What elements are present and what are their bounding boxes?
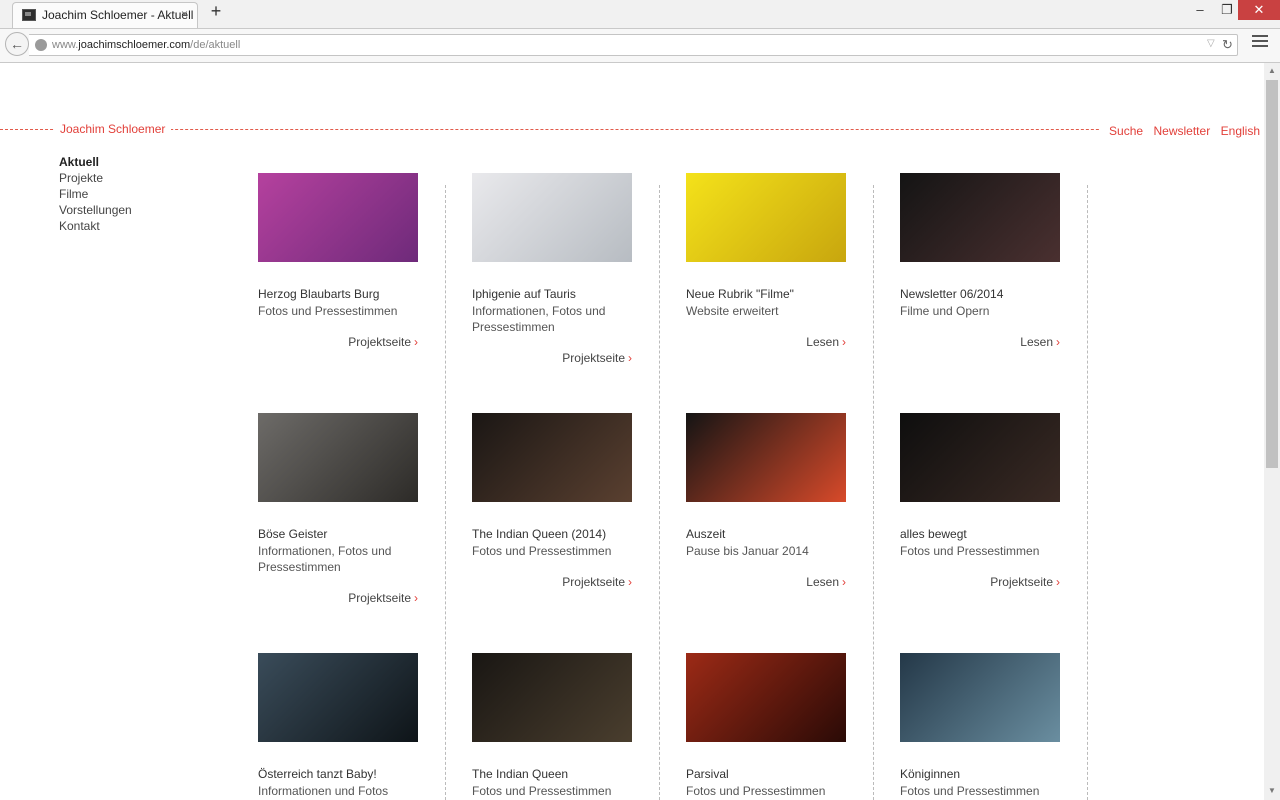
link-arrow-icon: › [842,575,846,589]
card-subtitle: Informationen, Fotos und Pressestimmen [472,304,606,334]
sidebar-item-filme[interactable]: Filme [59,186,132,202]
topnav-english-link[interactable]: English [1221,124,1260,138]
site-title[interactable]: Joachim Schloemer [54,122,172,136]
card-thumbnail[interactable] [900,173,1060,262]
card-subtitle: Fotos und Pressestimmen [258,304,398,318]
sidebar-item-aktuell[interactable]: Aktuell [59,154,132,170]
card-link[interactable]: Projektseite › [562,575,632,589]
scroll-up-arrow-icon[interactable]: ▲ [1264,63,1280,79]
card-thumbnail[interactable] [472,173,632,262]
site-favicon-icon [22,9,36,21]
address-bar[interactable]: www.joachimschloemer.com/de/aktuell ▽ ↻ [29,34,1238,56]
sidebar-item-vorstellungen[interactable]: Vorstellungen [59,202,132,218]
card-thumbnail[interactable] [900,653,1060,742]
header-divider [0,129,1264,130]
browser-nav-bar: ← www.joachimschloemer.com/de/aktuell ▽ … [0,29,1280,63]
card-subtitle: Fotos und Pressestimmen [472,784,612,798]
column-divider [1087,185,1088,800]
card-link[interactable]: Projektseite › [990,575,1060,589]
card-title[interactable]: Auszeit [686,527,725,541]
card-title[interactable]: The Indian Queen (2014) [472,527,606,541]
card-subtitle: Fotos und Pressestimmen [686,784,826,798]
minimize-window-icon[interactable]: – [1185,0,1215,20]
reload-icon[interactable]: ↻ [1222,37,1233,53]
url-text: www.joachimschloemer.com/de/aktuell [52,39,241,51]
card-title[interactable]: Königinnen [900,767,960,781]
column-divider [873,185,874,800]
card-thumbnail[interactable] [258,173,418,262]
column-divider [445,185,446,800]
link-arrow-icon: › [628,351,632,365]
card-link[interactable]: Projektseite › [348,335,418,349]
card-subtitle: Website erweitert [686,304,779,318]
card-title[interactable]: alles bewegt [900,527,967,541]
browser-tab[interactable]: Joachim Schloemer - Aktuell × [12,2,198,28]
scrollbar-thumb[interactable] [1266,80,1278,468]
link-arrow-icon: › [414,335,418,349]
card-thumbnail[interactable] [258,413,418,502]
card-link[interactable]: Projektseite › [348,591,418,605]
card-title[interactable]: Österreich tanzt Baby! [258,767,377,781]
card-title[interactable]: Newsletter 06/2014 [900,287,1003,301]
sidebar-item-kontakt[interactable]: Kontakt [59,218,132,234]
card-link[interactable]: Lesen › [1020,335,1060,349]
scroll-down-arrow-icon[interactable]: ▼ [1264,783,1280,799]
hamburger-menu-icon[interactable] [1252,35,1268,50]
card-subtitle: Pause bis Januar 2014 [686,544,809,558]
link-arrow-icon: › [842,335,846,349]
tab-title: Joachim Schloemer - Aktuell [42,8,194,22]
card-thumbnail[interactable] [900,413,1060,502]
browser-tab-bar: Joachim Schloemer - Aktuell × + – ❐ ✕ [0,0,1280,29]
close-window-icon[interactable]: ✕ [1238,0,1280,20]
card-subtitle: Fotos und Pressestimmen [900,784,1040,798]
card-title[interactable]: Iphigenie auf Tauris [472,287,576,301]
card-subtitle: Informationen, Fotos und Pressestimmen [258,544,392,574]
web-page: Joachim Schloemer Suche Newsletter Engli… [0,63,1264,800]
topnav-search-link[interactable]: Suche [1109,124,1143,138]
card-title[interactable]: Böse Geister [258,527,327,541]
tab-close-icon[interactable]: × [181,7,188,21]
card-title[interactable]: Parsival [686,767,729,781]
card-subtitle: Fotos und Pressestimmen [472,544,612,558]
card-thumbnail[interactable] [686,173,846,262]
card-thumbnail[interactable] [258,653,418,742]
card-title[interactable]: Herzog Blaubarts Burg [258,287,379,301]
column-divider [659,185,660,800]
card-link[interactable]: Lesen › [806,575,846,589]
globe-icon [35,39,47,51]
url-dropdown-icon[interactable]: ▽ [1207,38,1215,49]
card-link[interactable]: Lesen › [806,335,846,349]
card-subtitle: Informationen und Fotos [258,784,389,798]
card-thumbnail[interactable] [686,653,846,742]
card-title[interactable]: The Indian Queen [472,767,568,781]
new-tab-button[interactable]: + [206,1,226,22]
card-subtitle: Fotos und Pressestimmen [900,544,1040,558]
link-arrow-icon: › [1056,575,1060,589]
card-thumbnail[interactable] [686,413,846,502]
link-arrow-icon: › [414,591,418,605]
card-thumbnail[interactable] [472,413,632,502]
topnav-newsletter-link[interactable]: Newsletter [1154,124,1211,138]
top-navigation: Suche Newsletter English [1099,122,1264,140]
vertical-scrollbar[interactable]: ▲ ▼ [1264,63,1280,800]
link-arrow-icon: › [1056,335,1060,349]
card-thumbnail[interactable] [472,653,632,742]
link-arrow-icon: › [628,575,632,589]
card-subtitle: Filme und Opern [900,304,990,318]
sidebar-nav: Aktuell Projekte Filme Vorstellungen Kon… [59,154,132,234]
card-title[interactable]: Neue Rubrik "Filme" [686,287,794,301]
card-link[interactable]: Projektseite › [562,351,632,365]
sidebar-item-projekte[interactable]: Projekte [59,170,132,186]
back-arrow-icon[interactable]: ← [5,32,29,56]
